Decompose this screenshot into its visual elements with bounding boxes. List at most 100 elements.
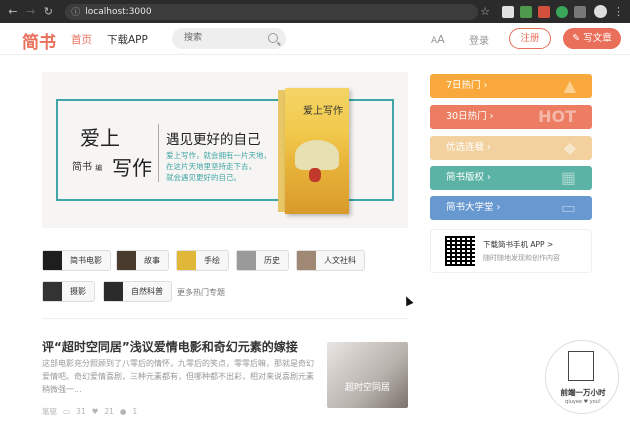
topic-thumb [237, 251, 256, 270]
board-label: 优选连载 [446, 142, 485, 153]
article-author[interactable]: 笔驱 [42, 406, 57, 417]
book-figure [309, 168, 321, 182]
banner-copy-line: 在这片天地里坚持走下去， [166, 162, 256, 171]
banner-copy-line: 就会遇见更好的自己。 [166, 173, 241, 182]
badge-subtitle: qiuyee ♥ you! [565, 399, 601, 405]
browser-chrome: ← → ↻ ⓘ localhost:3000 ☆ ⋮ [0, 0, 630, 23]
topic-label: 故事 [144, 256, 160, 265]
section-divider [42, 318, 408, 319]
diamond-icon: ◆ [563, 138, 576, 157]
book-illustration [295, 140, 339, 170]
board-label: 7日热门 [446, 80, 481, 91]
write-article-button[interactable]: ✎ 写文章 [563, 28, 621, 49]
topic-tag[interactable]: 自然科普 [103, 281, 172, 302]
hero-banner[interactable]: 爱上 写作 简书 编 遇见更好的自己 爱上写作，就会拥有一片天地， 在这片天地里… [42, 72, 408, 228]
register-button[interactable]: 注册 [509, 28, 551, 49]
thumbnail-caption: 超时空同居 [345, 383, 391, 393]
extension-grey-icon[interactable] [574, 5, 586, 18]
board-30day-hot[interactable]: 30日热门 › HOT [430, 105, 592, 129]
like-count: 21 [104, 407, 114, 416]
font-size-toggle[interactable]: AA [431, 33, 445, 46]
banner-brand-name: 简书 [72, 162, 92, 173]
topic-label: 简书电影 [70, 256, 102, 265]
profile-avatar-icon[interactable] [594, 5, 607, 18]
mouse-cursor-icon [402, 294, 414, 307]
topic-thumb [177, 251, 196, 270]
book-title: 爱上写作 [303, 106, 343, 117]
topic-thumb [43, 282, 62, 301]
login-link[interactable]: 登录 [469, 32, 489, 47]
app-download-card[interactable]: 下载简书手机 APP > 随时随地发现和创作内容 [430, 229, 592, 273]
search-icon[interactable] [268, 33, 278, 43]
font-toggle-large: A [437, 33, 445, 46]
banner-love-text: 爱上 [80, 126, 120, 150]
topic-thumb [117, 251, 136, 270]
more-topics-link[interactable]: 更多热门专题 [177, 287, 225, 298]
badge-title: 前端一万小时 [560, 388, 606, 397]
board-university[interactable]: 简书大学堂 › ▭ [430, 196, 592, 220]
top-navigation: 简书 首页 下载APP 搜索 AA 登录 注册 ✎ 写文章 [0, 23, 630, 55]
url-text: localhost:3000 [85, 6, 152, 17]
site-logo[interactable]: 简书 [22, 28, 56, 53]
reward-count: 1 [132, 407, 138, 416]
extension-shield-icon[interactable] [502, 5, 514, 18]
topic-tag[interactable]: 历史 [236, 250, 289, 271]
app-download-title: 下载简书手机 APP > [483, 240, 554, 249]
search-input[interactable]: 搜索 [172, 28, 286, 49]
topic-thumb [43, 251, 62, 270]
nav-home-link[interactable]: 首页 [71, 32, 92, 47]
hot-icon: HOT [538, 107, 576, 126]
write-label: 写文章 [583, 33, 612, 44]
article-meta: 笔驱 ▭ 31 ♥ 21 ● 1 [42, 406, 143, 417]
board-serial[interactable]: 优选连载 › ◆ [430, 136, 592, 160]
extension-area: ☆ ⋮ [478, 5, 624, 19]
topic-label: 自然科普 [131, 287, 163, 296]
topic-tag[interactable]: 故事 [116, 250, 169, 271]
extension-green-icon[interactable] [556, 5, 568, 18]
reload-icon[interactable]: ↻ [42, 5, 56, 19]
reward-icon: ● [119, 407, 127, 416]
banner-brand: 简书 编 [72, 158, 102, 173]
banner-brand-suffix: 编 [95, 164, 103, 172]
topic-tag[interactable]: 摄影 [42, 281, 95, 302]
app-download-subtitle: 随时随地发现和创作内容 [483, 254, 560, 262]
bookmark-star-icon[interactable]: ☆ [478, 5, 492, 19]
banner-copy-line: 爱上写作，就会拥有一片天地， [166, 151, 271, 160]
board-7day-hot[interactable]: 7日热门 › ▲ [430, 74, 592, 98]
comment-count[interactable]: 31 [76, 407, 86, 416]
extension-vue-icon[interactable] [520, 5, 532, 18]
address-bar[interactable]: ⓘ localhost:3000 [65, 3, 478, 20]
info-icon[interactable]: ⓘ [71, 5, 80, 18]
banner-headline: 遇见更好的自己 [166, 132, 261, 148]
browser-menu-icon[interactable]: ⋮ [613, 5, 624, 18]
topic-label: 摄影 [70, 287, 86, 296]
topic-thumb [297, 251, 316, 270]
topic-tag[interactable]: 人文社科 [296, 250, 365, 271]
topic-label: 人文社科 [324, 256, 356, 265]
forward-icon[interactable]: → [24, 5, 38, 19]
floating-badge[interactable]: 前端一万小时 qiuyee ♥ you! [545, 340, 619, 414]
topic-tag[interactable]: 简书电影 [42, 250, 111, 271]
topic-label: 历史 [264, 256, 280, 265]
topic-tag[interactable]: 手绘 [176, 250, 229, 271]
keyboard-icon: ▦ [560, 168, 576, 187]
article-thumbnail[interactable]: 超时空同居 [327, 342, 408, 408]
back-icon[interactable]: ← [6, 5, 20, 19]
comment-icon: ▭ [63, 407, 71, 416]
book-cover-image: 爱上写作 [285, 88, 349, 214]
screen-icon: ▭ [560, 198, 576, 217]
board-copyright[interactable]: 简书版权 › ▦ [430, 166, 592, 190]
banner-divider [158, 124, 159, 182]
banner-write-text: 写作 [112, 156, 152, 180]
nav-download-app-link[interactable]: 下载APP [107, 32, 148, 47]
board-label: 简书版权 [446, 172, 485, 183]
article-abstract: 这部电影充分照顾到了八零后的情怀，九零后的笑点，零零后嘛，那就是奇幻爱情吧。奇幻… [42, 359, 314, 394]
topic-label: 手绘 [204, 256, 220, 265]
article-title[interactable]: 评“超时空同居”浅议爱情电影和奇幻元素的嫁接 [42, 338, 298, 355]
search-placeholder: 搜索 [184, 33, 203, 43]
banner-copy: 爱上写作，就会拥有一片天地， 在这片天地里坚持走下去， 就会遇见更好的自己。 [166, 150, 271, 183]
extension-red-icon[interactable] [538, 5, 550, 18]
topic-thumb [104, 282, 123, 301]
qr-code-icon [445, 236, 475, 266]
flame-icon: ▲ [563, 76, 576, 95]
